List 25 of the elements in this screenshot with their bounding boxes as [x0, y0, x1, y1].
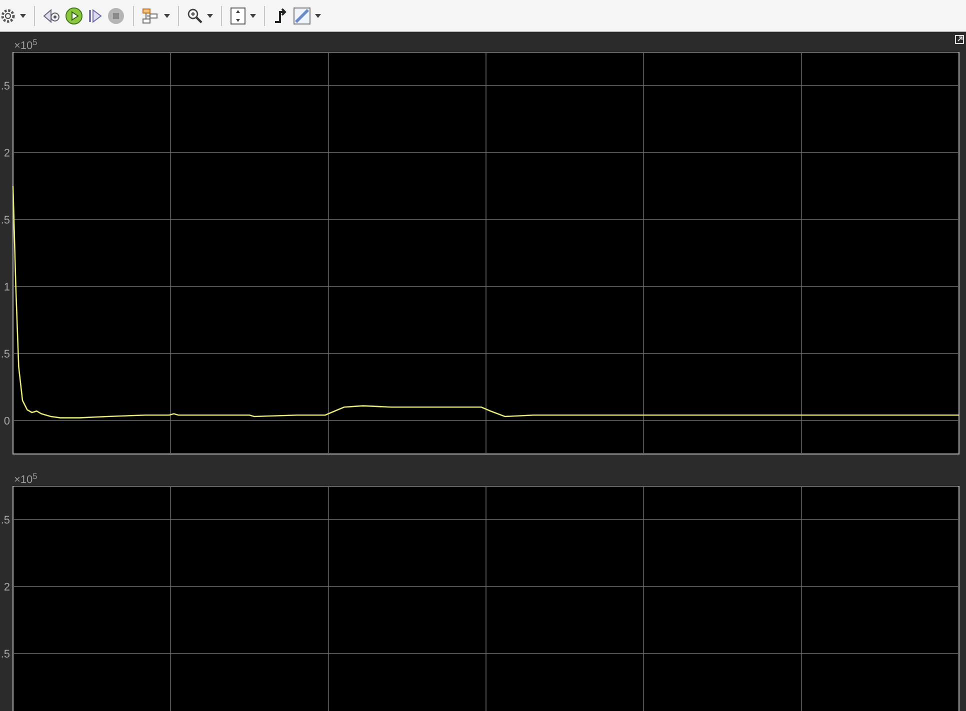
y-tick-label: 0	[4, 416, 10, 428]
y-tick-label: .5	[0, 348, 10, 360]
block-diagram-icon[interactable]	[142, 8, 160, 24]
run-icon[interactable]	[65, 6, 83, 24]
y-tick-label: .5	[0, 648, 10, 660]
y-tick-label: .5	[0, 514, 10, 526]
y-tick-label: 2	[4, 582, 10, 594]
y-tick-label: 2	[4, 148, 10, 160]
caret-icon[interactable]	[207, 14, 213, 18]
caret-icon[interactable]	[250, 14, 256, 18]
autoscale-icon[interactable]	[230, 6, 246, 24]
ruler-icon[interactable]	[293, 6, 311, 24]
axis-multiplier: ×10$^{5}$	[14, 41, 38, 52]
settings-icon[interactable]	[0, 8, 16, 24]
undock-icon[interactable]	[955, 35, 964, 44]
step-forward-icon[interactable]	[87, 8, 103, 24]
y-tick-label: 1	[4, 282, 10, 294]
caret-icon[interactable]	[315, 14, 321, 18]
y-tick-label: .5	[0, 214, 10, 226]
caret-icon[interactable]	[164, 14, 170, 18]
caret-icon[interactable]	[20, 14, 26, 18]
step-back-icon[interactable]	[43, 8, 61, 24]
axis-multiplier: ×10$^{5}$	[14, 475, 38, 486]
y-tick-label: .5	[0, 80, 10, 92]
zoom-icon[interactable]	[187, 8, 203, 24]
